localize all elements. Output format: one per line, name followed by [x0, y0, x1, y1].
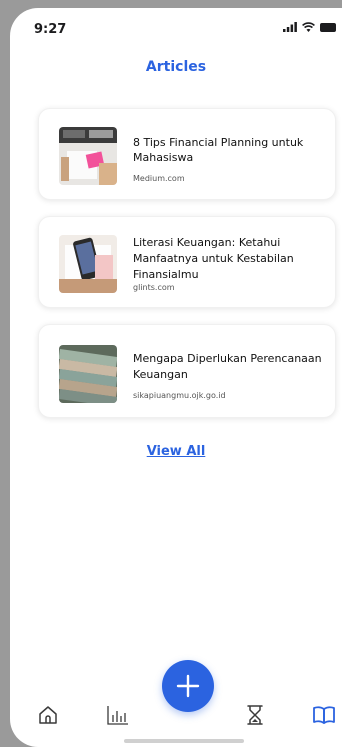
article-title: 8 Tips Financial Planning untuk Mahasisw…: [133, 136, 304, 164]
status-icons: [283, 22, 336, 32]
article-title: Mengapa Diperlukan Perencanaan Keuangan: [133, 352, 322, 381]
article-thumbnail: [59, 345, 117, 403]
home-indicator: [124, 739, 244, 743]
status-time: 9:27: [34, 22, 67, 37]
book-icon[interactable]: [312, 705, 336, 725]
article-card[interactable]: Literasi Keuangan: Ketahui Manfaatnya un…: [38, 216, 336, 308]
article-source: Medium.com: [133, 174, 185, 183]
article-thumbnail: [59, 235, 117, 293]
home-icon[interactable]: [37, 704, 59, 726]
add-icon: [176, 674, 200, 698]
status-bar: 9:27: [10, 8, 342, 48]
hourglass-icon[interactable]: [246, 704, 264, 726]
page-title: Articles: [145, 59, 207, 75]
phone-screen: 9:27 Articles 8 Tips Financial Planning …: [10, 8, 342, 747]
article-source: glints.com: [133, 283, 175, 292]
wifi-icon: [302, 22, 315, 32]
article-title: Literasi Keuangan: Ketahui Manfaatnya un…: [133, 236, 294, 281]
article-card[interactable]: 8 Tips Financial Planning untuk Mahasisw…: [38, 108, 336, 200]
battery-icon: [320, 22, 336, 32]
add-button[interactable]: [162, 660, 214, 712]
signal-icon: [283, 22, 297, 32]
article-thumbnail: [59, 127, 117, 185]
article-source: sikapiuangmu.ojk.go.id: [133, 391, 226, 400]
view-all-link[interactable]: View All: [10, 444, 342, 459]
article-card[interactable]: Mengapa Diperlukan Perencanaan Keuangan …: [38, 324, 336, 418]
bar-chart-icon[interactable]: [106, 704, 130, 726]
